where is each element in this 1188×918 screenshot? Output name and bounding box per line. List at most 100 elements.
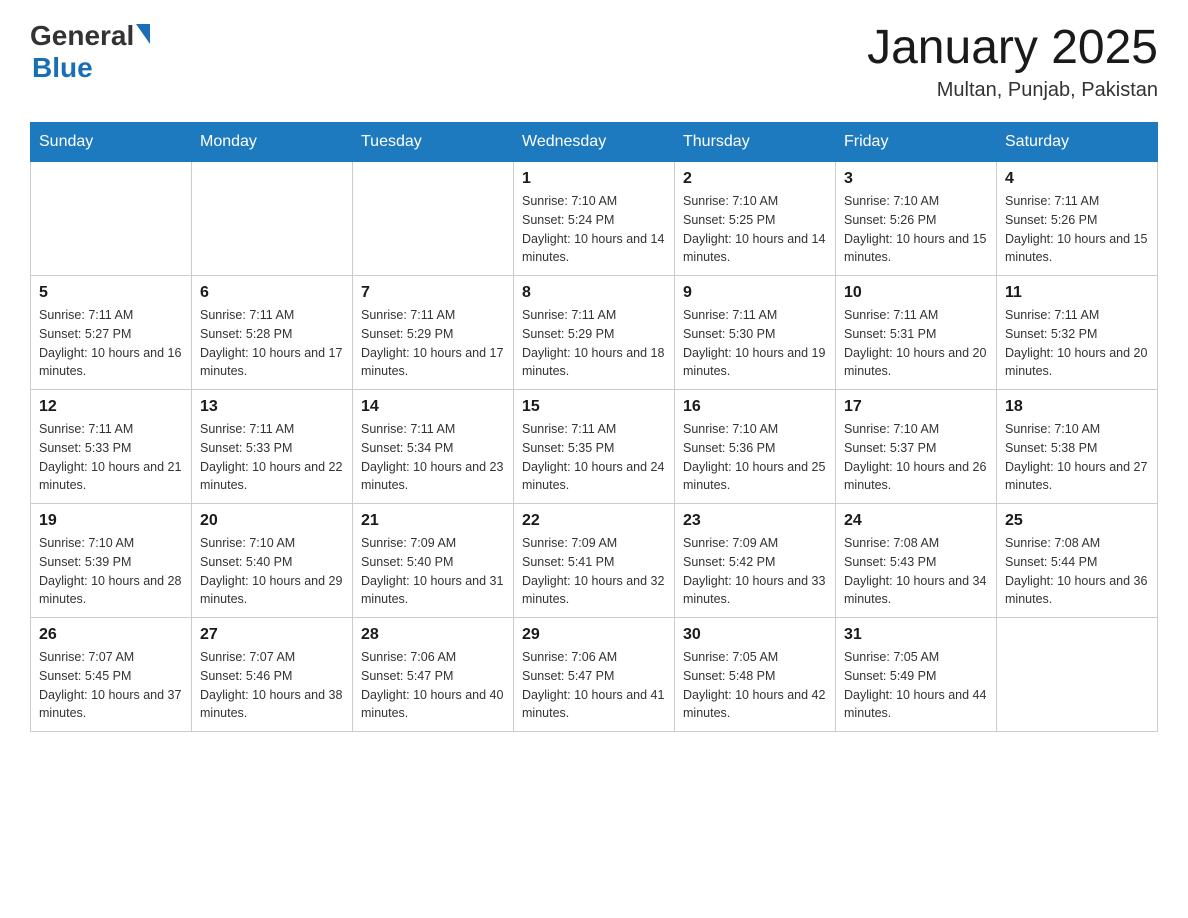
day-number: 1: [522, 170, 666, 188]
day-number: 15: [522, 398, 666, 416]
day-number: 19: [39, 512, 183, 530]
calendar-cell: 12Sunrise: 7:11 AM Sunset: 5:33 PM Dayli…: [31, 390, 192, 504]
column-header-monday: Monday: [192, 123, 353, 162]
calendar-week-row: 26Sunrise: 7:07 AM Sunset: 5:45 PM Dayli…: [31, 618, 1158, 732]
day-number: 24: [844, 512, 988, 530]
day-info: Sunrise: 7:10 AM Sunset: 5:37 PM Dayligh…: [844, 420, 988, 495]
calendar-cell: 4 Sunrise: 7:11 AM Sunset: 5:26 PM Daylig…: [997, 162, 1158, 276]
column-header-saturday: Saturday: [997, 123, 1158, 162]
day-info: Sunrise: 7:05 AM Sunset: 5:48 PM Dayligh…: [683, 648, 827, 723]
day-info: Sunrise: 7:10 AM Sunset: 5:36 PM Dayligh…: [683, 420, 827, 495]
day-number: 27: [200, 626, 344, 644]
day-info: Sunrise: 7:05 AM Sunset: 5:49 PM Dayligh…: [844, 648, 988, 723]
calendar-cell: 1 Sunrise: 7:10 AM Sunset: 5:24 PM Daylig…: [514, 162, 675, 276]
day-number: 30: [683, 626, 827, 644]
day-number: 25: [1005, 512, 1149, 530]
day-number: 21: [361, 512, 505, 530]
calendar-cell: 19 Sunrise: 7:10 AM Sunset: 5:39 PM Dayli…: [31, 504, 192, 618]
day-number: 6: [200, 284, 344, 302]
day-info: Sunrise: 7:07 AM Sunset: 5:45 PM Dayligh…: [39, 648, 183, 723]
day-info: Sunrise: 7:10 AM Sunset: 5:39 PM Dayligh…: [39, 534, 183, 609]
day-info: Sunrise: 7:10 AM Sunset: 5:24 PM Dayligh…: [522, 192, 666, 267]
day-number: 22: [522, 512, 666, 530]
calendar-cell: 18 Sunrise: 7:10 AM Sunset: 5:38 PM Dayli…: [997, 390, 1158, 504]
logo-blue-text: Blue: [32, 52, 150, 84]
day-info: Sunrise: 7:09 AM Sunset: 5:42 PM Dayligh…: [683, 534, 827, 609]
day-info: Sunrise: 7:11 AM Sunset: 5:26 PM Dayligh…: [1005, 192, 1149, 267]
logo-triangle-icon: [136, 24, 150, 44]
column-header-thursday: Thursday: [675, 123, 836, 162]
calendar-cell: 26Sunrise: 7:07 AM Sunset: 5:45 PM Dayli…: [31, 618, 192, 732]
logo: General Blue: [30, 20, 150, 84]
day-info: Sunrise: 7:11 AM Sunset: 5:28 PM Dayligh…: [200, 306, 344, 381]
day-number: 29: [522, 626, 666, 644]
calendar-cell: 5 Sunrise: 7:11 AM Sunset: 5:27 PM Daylig…: [31, 276, 192, 390]
column-header-friday: Friday: [836, 123, 997, 162]
day-info: Sunrise: 7:10 AM Sunset: 5:25 PM Dayligh…: [683, 192, 827, 267]
day-number: 14: [361, 398, 505, 416]
calendar-cell: 9 Sunrise: 7:11 AM Sunset: 5:30 PM Daylig…: [675, 276, 836, 390]
day-number: 9: [683, 284, 827, 302]
calendar-cell: 10 Sunrise: 7:11 AM Sunset: 5:31 PM Dayli…: [836, 276, 997, 390]
calendar-week-row: 5 Sunrise: 7:11 AM Sunset: 5:27 PM Daylig…: [31, 276, 1158, 390]
day-info: Sunrise: 7:11 AM Sunset: 5:32 PM Dayligh…: [1005, 306, 1149, 381]
calendar-cell: 25 Sunrise: 7:08 AM Sunset: 5:44 PM Dayli…: [997, 504, 1158, 618]
calendar-cell: 27Sunrise: 7:07 AM Sunset: 5:46 PM Dayli…: [192, 618, 353, 732]
day-info: Sunrise: 7:09 AM Sunset: 5:41 PM Dayligh…: [522, 534, 666, 609]
location-subtitle: Multan, Punjab, Pakistan: [867, 79, 1158, 102]
calendar-cell: 2 Sunrise: 7:10 AM Sunset: 5:25 PM Daylig…: [675, 162, 836, 276]
day-info: Sunrise: 7:08 AM Sunset: 5:44 PM Dayligh…: [1005, 534, 1149, 609]
day-info: Sunrise: 7:11 AM Sunset: 5:34 PM Dayligh…: [361, 420, 505, 495]
calendar-cell: 16Sunrise: 7:10 AM Sunset: 5:36 PM Dayli…: [675, 390, 836, 504]
day-info: Sunrise: 7:06 AM Sunset: 5:47 PM Dayligh…: [522, 648, 666, 723]
day-info: Sunrise: 7:11 AM Sunset: 5:35 PM Dayligh…: [522, 420, 666, 495]
calendar-cell: 21 Sunrise: 7:09 AM Sunset: 5:40 PM Dayli…: [353, 504, 514, 618]
day-info: Sunrise: 7:08 AM Sunset: 5:43 PM Dayligh…: [844, 534, 988, 609]
column-header-wednesday: Wednesday: [514, 123, 675, 162]
day-number: 12: [39, 398, 183, 416]
title-section: January 2025 Multan, Punjab, Pakistan: [867, 20, 1158, 102]
calendar-header-row: SundayMondayTuesdayWednesdayThursdayFrid…: [31, 123, 1158, 162]
calendar-cell: 23 Sunrise: 7:09 AM Sunset: 5:42 PM Dayli…: [675, 504, 836, 618]
day-number: 11: [1005, 284, 1149, 302]
day-info: Sunrise: 7:11 AM Sunset: 5:30 PM Dayligh…: [683, 306, 827, 381]
day-info: Sunrise: 7:11 AM Sunset: 5:31 PM Dayligh…: [844, 306, 988, 381]
day-number: 10: [844, 284, 988, 302]
page-header: General Blue January 2025 Multan, Punjab…: [30, 20, 1158, 102]
day-info: Sunrise: 7:11 AM Sunset: 5:27 PM Dayligh…: [39, 306, 183, 381]
day-info: Sunrise: 7:10 AM Sunset: 5:26 PM Dayligh…: [844, 192, 988, 267]
calendar-cell: 31Sunrise: 7:05 AM Sunset: 5:49 PM Dayli…: [836, 618, 997, 732]
calendar-cell: [997, 618, 1158, 732]
calendar-table: SundayMondayTuesdayWednesdayThursdayFrid…: [30, 122, 1158, 732]
column-header-sunday: Sunday: [31, 123, 192, 162]
calendar-cell: 29 Sunrise: 7:06 AM Sunset: 5:47 PM Dayli…: [514, 618, 675, 732]
day-number: 2: [683, 170, 827, 188]
calendar-cell: 8Sunrise: 7:11 AM Sunset: 5:29 PM Daylig…: [514, 276, 675, 390]
calendar-cell: 24 Sunrise: 7:08 AM Sunset: 5:43 PM Dayli…: [836, 504, 997, 618]
day-number: 7: [361, 284, 505, 302]
day-number: 3: [844, 170, 988, 188]
calendar-cell: 7 Sunrise: 7:11 AM Sunset: 5:29 PM Daylig…: [353, 276, 514, 390]
calendar-cell: [192, 162, 353, 276]
calendar-cell: 22 Sunrise: 7:09 AM Sunset: 5:41 PM Dayli…: [514, 504, 675, 618]
calendar-week-row: 1 Sunrise: 7:10 AM Sunset: 5:24 PM Daylig…: [31, 162, 1158, 276]
calendar-cell: 14 Sunrise: 7:11 AM Sunset: 5:34 PM Dayli…: [353, 390, 514, 504]
day-number: 5: [39, 284, 183, 302]
calendar-week-row: 12Sunrise: 7:11 AM Sunset: 5:33 PM Dayli…: [31, 390, 1158, 504]
calendar-cell: 20 Sunrise: 7:10 AM Sunset: 5:40 PM Dayli…: [192, 504, 353, 618]
day-info: Sunrise: 7:10 AM Sunset: 5:38 PM Dayligh…: [1005, 420, 1149, 495]
calendar-cell: 3 Sunrise: 7:10 AM Sunset: 5:26 PM Daylig…: [836, 162, 997, 276]
day-number: 4: [1005, 170, 1149, 188]
day-info: Sunrise: 7:09 AM Sunset: 5:40 PM Dayligh…: [361, 534, 505, 609]
day-info: Sunrise: 7:06 AM Sunset: 5:47 PM Dayligh…: [361, 648, 505, 723]
day-number: 18: [1005, 398, 1149, 416]
day-number: 23: [683, 512, 827, 530]
calendar-cell: 17Sunrise: 7:10 AM Sunset: 5:37 PM Dayli…: [836, 390, 997, 504]
day-number: 20: [200, 512, 344, 530]
logo-general-text: General: [30, 20, 134, 52]
day-info: Sunrise: 7:10 AM Sunset: 5:40 PM Dayligh…: [200, 534, 344, 609]
calendar-cell: [31, 162, 192, 276]
day-number: 28: [361, 626, 505, 644]
day-info: Sunrise: 7:11 AM Sunset: 5:29 PM Dayligh…: [361, 306, 505, 381]
calendar-cell: 6 Sunrise: 7:11 AM Sunset: 5:28 PM Daylig…: [192, 276, 353, 390]
